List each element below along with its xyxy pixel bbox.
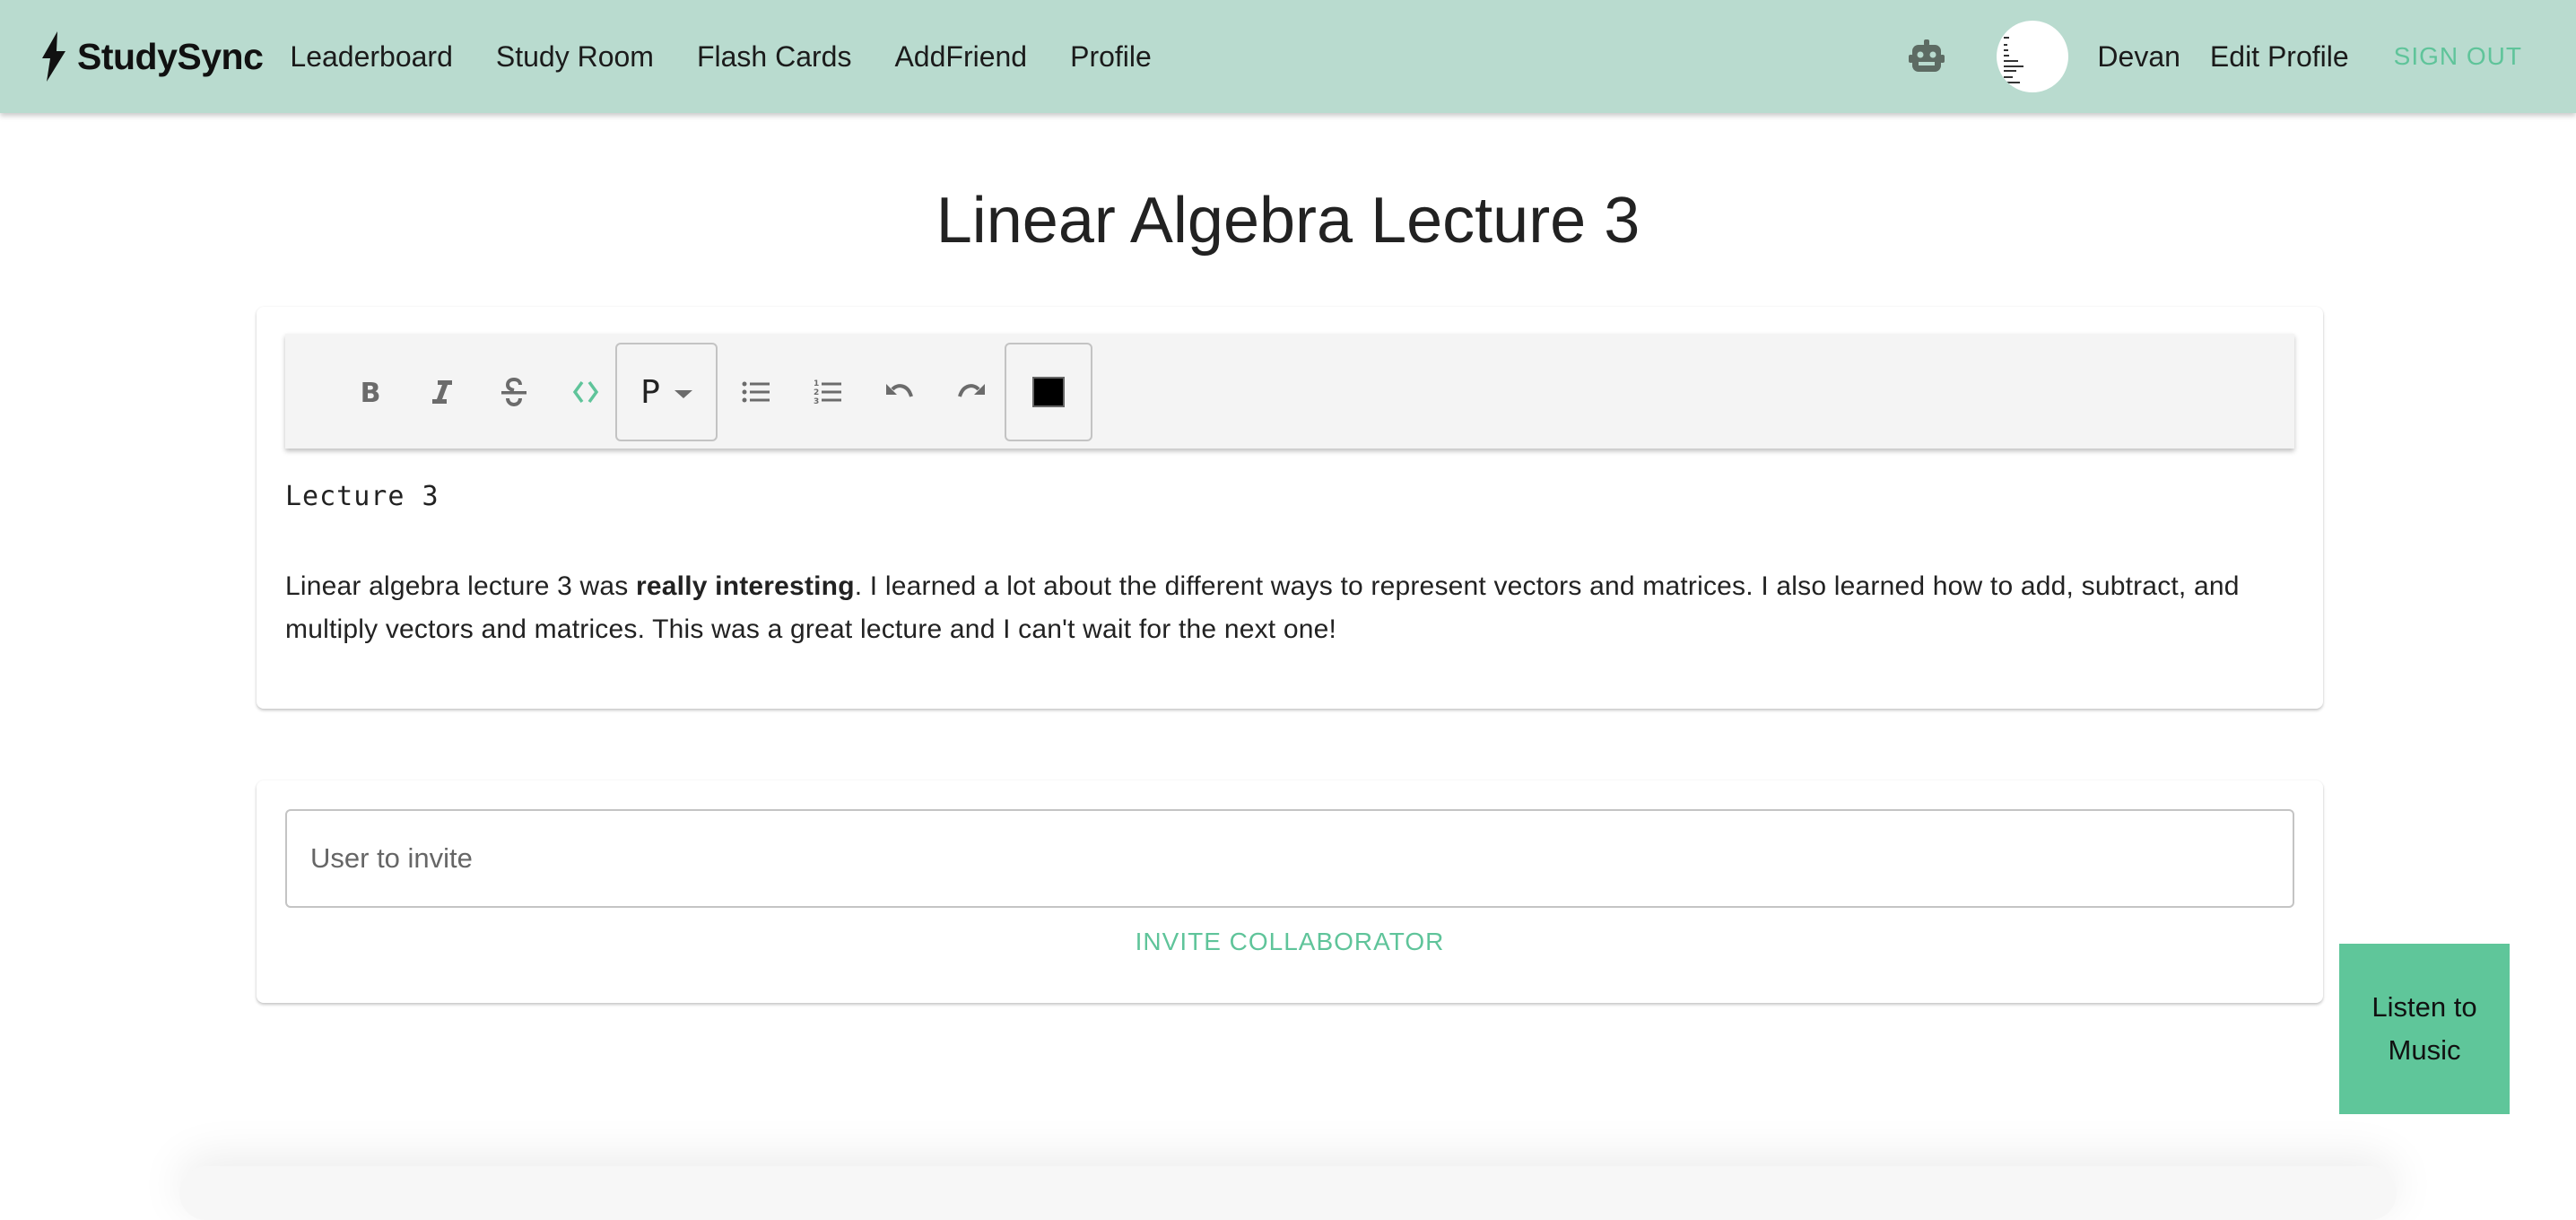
text-color-picker[interactable]	[1005, 343, 1092, 441]
svg-text:B: B	[361, 378, 381, 407]
nav-link-flash-cards[interactable]: Flash Cards	[697, 40, 852, 74]
svg-text:1: 1	[814, 379, 819, 388]
code-icon	[572, 380, 599, 404]
strikethrough-icon	[501, 377, 527, 407]
brand-name: StudySync	[77, 35, 264, 77]
document-heading[interactable]: Lecture 3	[285, 481, 439, 512]
svg-text:2: 2	[814, 388, 819, 397]
page-title: Linear Algebra Lecture 3	[936, 185, 1640, 257]
edit-profile-link[interactable]: Edit Profile	[2210, 40, 2349, 74]
svg-text:3: 3	[814, 397, 819, 406]
bullet-list-icon	[742, 381, 770, 403]
editor-toolbar: B P 1 2 3	[285, 334, 2294, 449]
nav-link-leaderboard[interactable]: Leaderboard	[290, 40, 452, 74]
block-type-value: P	[640, 373, 660, 411]
nav-link-add-friend[interactable]: AddFriend	[894, 40, 1027, 74]
robot-icon[interactable]	[1907, 37, 1946, 76]
undo-icon	[886, 384, 913, 397]
block-type-dropdown[interactable]: P	[615, 343, 718, 441]
lightning-bolt-icon	[42, 31, 65, 82]
numbered-list-icon: 1 2 3	[814, 379, 841, 406]
user-avatar[interactable]	[1997, 21, 2069, 92]
body-text-start: Linear algebra lecture 3 was	[285, 571, 637, 601]
editor-card: B P 1 2 3 Lecture 3 Linear algebra lectu…	[257, 307, 2323, 709]
undo-button[interactable]	[868, 352, 931, 432]
user-name[interactable]: Devan	[2097, 40, 2180, 74]
bottom-panel	[179, 1166, 2397, 1220]
italic-icon	[432, 380, 452, 404]
caret-down-icon	[674, 389, 692, 398]
listen-to-music-button[interactable]: Listen to Music	[2339, 944, 2510, 1114]
brand-logo-link[interactable]: StudySync	[39, 31, 264, 82]
invite-card: INVITE COLLABORATOR	[257, 780, 2323, 1003]
numbered-list-button[interactable]: 1 2 3	[796, 352, 859, 432]
body-text-bold: really interesting	[636, 571, 855, 601]
invite-collaborator-button[interactable]: INVITE COLLABORATOR	[257, 928, 2323, 956]
redo-button[interactable]	[940, 352, 1003, 432]
code-button[interactable]	[554, 352, 617, 432]
bold-icon: B	[361, 378, 381, 407]
italic-button[interactable]	[411, 352, 474, 432]
nav-link-study-room[interactable]: Study Room	[496, 40, 654, 74]
user-to-invite-input[interactable]	[285, 809, 2294, 908]
strikethrough-button[interactable]	[483, 352, 545, 432]
document-body[interactable]: Linear algebra lecture 3 was really inte…	[285, 565, 2294, 651]
color-swatch	[1032, 377, 1065, 407]
top-navbar: StudySync Leaderboard Study Room Flash C…	[0, 0, 2576, 113]
nav-links: Leaderboard Study Room Flash Cards AddFr…	[290, 40, 1194, 74]
bullet-list-button[interactable]	[725, 352, 788, 432]
nav-link-profile[interactable]: Profile	[1070, 40, 1152, 74]
redo-icon	[958, 384, 985, 397]
bold-button[interactable]: B	[339, 352, 402, 432]
nav-right: Devan Edit Profile SIGN OUT	[1907, 0, 2576, 113]
sign-out-button[interactable]: SIGN OUT	[2394, 42, 2522, 71]
